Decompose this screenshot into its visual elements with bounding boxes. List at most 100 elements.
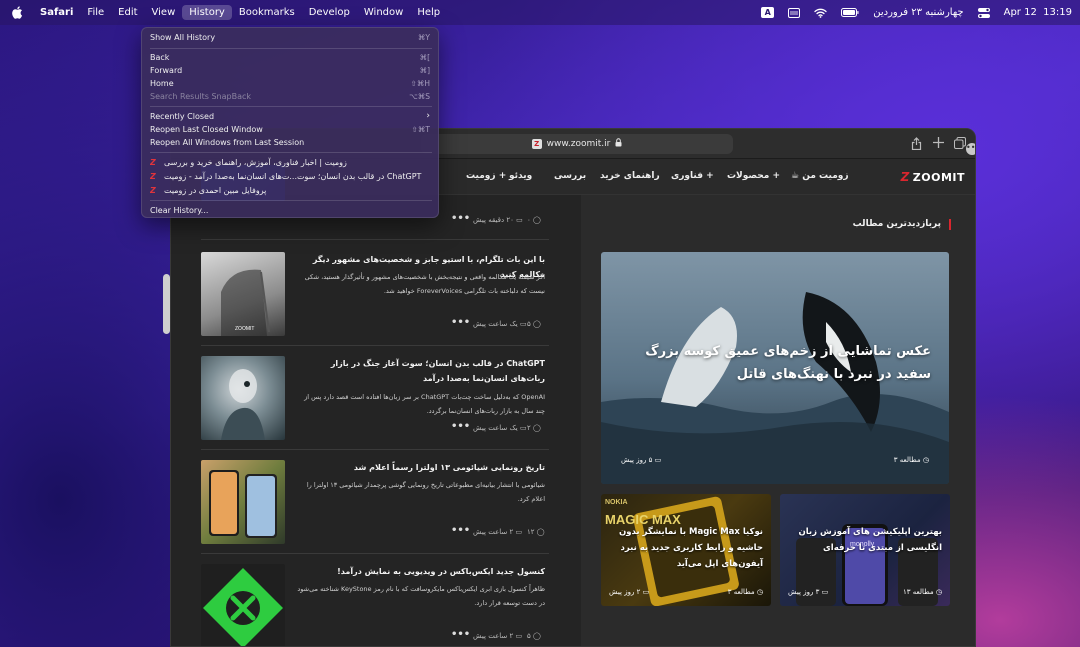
nav-my-zoomit[interactable]: ☕ زومیت من	[791, 171, 849, 181]
clock-date[interactable]: Apr 12 13:19	[1004, 7, 1072, 18]
wifi-icon[interactable]	[814, 8, 827, 18]
local-date[interactable]: چهارشنبه ۲۳ فروردین	[873, 7, 963, 18]
article-comments: ۲ ◯	[527, 424, 541, 432]
menu-develop[interactable]: Develop	[302, 5, 357, 20]
menu-item-forward[interactable]: Forward ⌘]	[142, 64, 440, 77]
card-brand: NOKIA	[605, 499, 628, 506]
history-entry[interactable]: Z زومیت | اخبار فناوری، آموزش، راهنمای خر…	[150, 156, 432, 169]
comment-icon: ◯	[533, 424, 541, 432]
comment-icon: ◯	[533, 320, 541, 328]
menu-edit[interactable]: Edit	[111, 5, 144, 20]
more-options-icon[interactable]: •••	[451, 526, 470, 536]
menu-item-recently-closed[interactable]: Recently Closed ›	[142, 110, 440, 123]
scrollbar-thumb[interactable]	[163, 274, 170, 334]
shortcut-label: ⇧⌘T	[411, 125, 430, 134]
nav-review[interactable]: بررسی	[554, 171, 586, 181]
article-time: ▭ ۲ ساعت پیش	[473, 528, 522, 536]
shortcut-label: ⌥⌘S	[409, 92, 430, 101]
menu-item-label: Reopen Last Closed Window	[150, 125, 263, 134]
more-options-icon[interactable]: •••	[451, 318, 470, 328]
share-icon[interactable]	[909, 137, 923, 151]
date-text: Apr 12	[1003, 7, 1037, 18]
nav-video[interactable]: ویدئو	[509, 171, 532, 181]
nav-buying-guide[interactable]: راهنمای خرید	[600, 171, 660, 181]
more-options-icon[interactable]: •••	[451, 630, 470, 640]
article-thumbnail[interactable]: ZOOMIT	[201, 252, 285, 336]
hero-reading-text: مطالعه ۳	[893, 456, 921, 464]
article-time: ▭ یک ساعت پیش	[473, 424, 527, 432]
comment-icon: ◯	[536, 528, 545, 536]
hero-time-text: ۵ روز پیش	[621, 456, 653, 464]
card-time: ▭ ۲ روز پیش	[609, 588, 649, 596]
nav-my-zoomit-label: زومیت من	[802, 171, 849, 181]
card-title[interactable]: بهترین اپلیکیشن های آموزش زبان انگلیسی ا…	[792, 524, 942, 556]
menu-history[interactable]: History	[182, 5, 232, 20]
menu-bar: Safari File Edit View History Bookmarks …	[0, 0, 1080, 25]
zoomit-favicon-icon: Z	[150, 172, 156, 181]
popular-card[interactable]: monolly بهترین اپلیکیشن های آموزش زبان ا…	[780, 494, 950, 606]
address-bar[interactable]: Z www.zoomit.ir •••	[421, 134, 975, 155]
nav-zoomit-plus[interactable]: زومیت +	[466, 171, 506, 181]
menu-item-home[interactable]: Home ⇧⌘H	[142, 77, 440, 90]
nav-technology[interactable]: فناوری +	[671, 171, 714, 181]
card-reading: ◷ مطالعه ۳	[728, 588, 763, 596]
comment-count: ۵	[527, 320, 531, 328]
history-dropdown-menu: Show All History ⌘Y Back ⌘[ Forward ⌘] Home…	[141, 27, 439, 218]
logo-text: ZOOMIT	[912, 170, 965, 184]
menu-item-label: Clear History...	[150, 206, 209, 215]
card-reading-text: مطالعه ۱۳	[903, 588, 934, 596]
article-thumbnail[interactable]	[201, 460, 285, 544]
card-meta: ▭ ۲ روز پیش ◷ مطالعه ۳	[609, 588, 763, 598]
menu-window[interactable]: Window	[357, 5, 410, 20]
menu-item-reopen-last-window[interactable]: Reopen Last Closed Window ⇧⌘T	[142, 123, 440, 136]
battery-icon[interactable]	[841, 8, 859, 17]
shortcut-label: ⌘[	[419, 53, 430, 62]
input-source-icon[interactable]: A	[761, 7, 775, 18]
hero-article[interactable]: عکس تماشایی از زخم‌های عمیق کوسه بزرگ سف…	[601, 252, 949, 484]
article-excerpt: شیائومی با انتشار بیانیه‌ای مطبوعاتی تار…	[306, 481, 545, 503]
menu-bookmarks[interactable]: Bookmarks	[232, 5, 302, 20]
thumb-watermark: ZOOMIT	[235, 326, 254, 332]
zoomit-favicon-icon: Z	[150, 158, 156, 167]
more-options-icon[interactable]: •••	[451, 422, 470, 432]
article-thumbnail[interactable]	[201, 356, 285, 440]
calendar-icon: ▭	[515, 632, 523, 640]
article-time: ▭ یک ساعت پیش	[473, 320, 527, 328]
web-page: زومیت + ویدئو بررسی راهنمای خرید فناوری …	[171, 159, 975, 646]
page-menu-icon[interactable]: •••	[966, 143, 975, 155]
menu-item-back[interactable]: Back ⌘[	[142, 51, 440, 64]
site-logo[interactable]: Z ZOOMIT	[901, 170, 965, 184]
apple-menu-icon[interactable]	[10, 6, 24, 20]
menu-view[interactable]: View	[145, 5, 183, 20]
keyboard-icon[interactable]	[788, 7, 801, 18]
history-entry[interactable]: Z پروفایل مبین احمدی در زومیت	[150, 184, 432, 197]
menu-app-safari[interactable]: Safari	[33, 5, 80, 20]
cup-icon: ☕	[791, 171, 800, 181]
comment-icon: ◯	[533, 216, 541, 224]
new-tab-icon[interactable]	[931, 137, 945, 151]
comment-count: ۰	[527, 216, 531, 224]
latest-articles-feed: ••• ▭ ۲۰ دقیقه پیش ۰ ◯ ZOOMIT با این بات…	[201, 165, 549, 646]
zoomit-favicon-icon: Z	[150, 186, 156, 195]
article-title[interactable]: ChatGPT در قالب بدن انسان؛ سوت آغاز جنگ …	[297, 356, 545, 386]
comment-count: ۱۲	[527, 528, 535, 536]
hero-title[interactable]: عکس تماشایی از زخم‌های عمیق کوسه بزرگ سف…	[611, 340, 931, 386]
article-title[interactable]: تاریخ رونمایی شیائومی ۱۳ اولترا رسماً اع…	[297, 460, 545, 475]
history-entry[interactable]: Z ChatGPT در قالب بدن انسان؛ سوت...ت‌های …	[150, 170, 432, 183]
tab-overview-icon[interactable]	[953, 137, 967, 151]
more-options-icon[interactable]: •••	[451, 214, 470, 224]
menu-item-show-all-history[interactable]: Show All History ⌘Y	[142, 31, 440, 44]
nav-products[interactable]: محصولات +	[727, 171, 780, 181]
calendar-icon: ▭	[642, 588, 650, 596]
article-thumbnail[interactable]	[201, 564, 285, 646]
calendar-icon: ▭	[519, 320, 527, 328]
card-title[interactable]: نوکیا Magic Max با نمایشگر بدون حاشیه و …	[613, 524, 763, 572]
popular-card[interactable]: NOKIA MAGIC MAX نوکیا Magic Max با نمایش…	[601, 494, 771, 606]
menu-item-clear-history[interactable]: Clear History...	[142, 204, 440, 217]
menu-file[interactable]: File	[80, 5, 111, 20]
menu-item-reopen-all-windows[interactable]: Reopen All Windows from Last Session	[142, 136, 440, 149]
article-meta: ••• ▭ یک ساعت پیش ۲ ◯	[293, 422, 545, 435]
article-title[interactable]: کنسول جدید ایکس‌باکس در ویدیویی به نمایش…	[297, 564, 545, 579]
control-center-icon[interactable]	[977, 7, 990, 18]
menu-help[interactable]: Help	[410, 5, 447, 20]
